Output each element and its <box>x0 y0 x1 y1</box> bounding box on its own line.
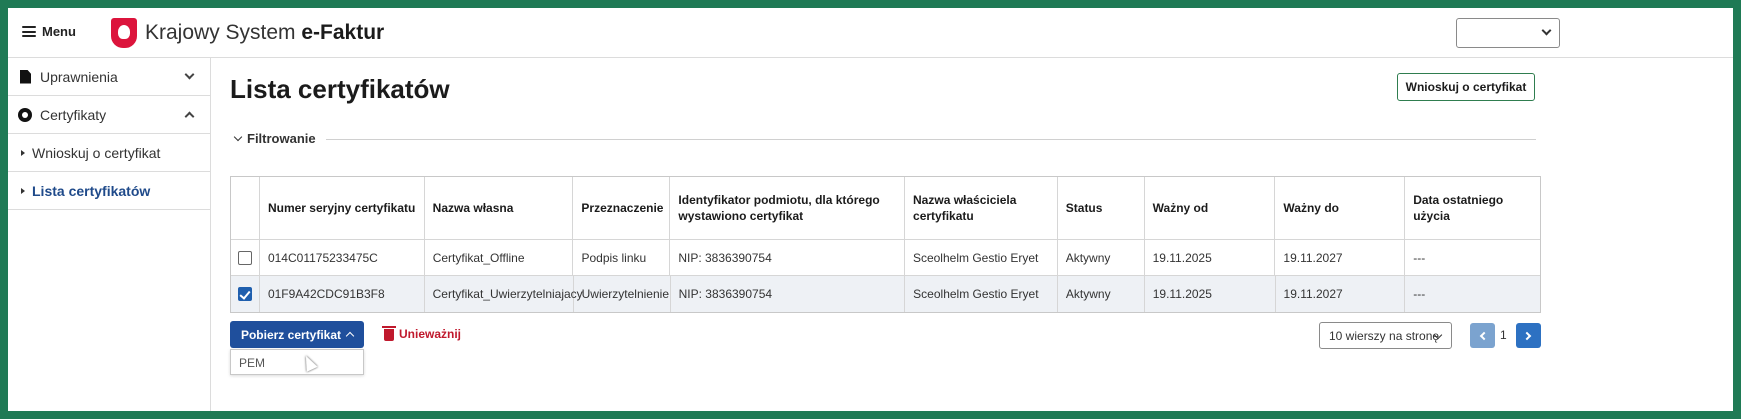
app-window: Menu Krajowy System e-Faktur Uprawnienia… <box>8 8 1733 411</box>
sidebar-group-uprawnienia[interactable]: Uprawnienia <box>8 58 211 96</box>
page-title: Lista certyfikatów <box>230 74 450 104</box>
rows-per-page-select[interactable]: 10 wierszy na stronę <box>1319 322 1452 349</box>
menu-label: Menu <box>42 24 76 39</box>
sidebar-group-certyfikaty[interactable]: Certyfikaty <box>8 96 211 134</box>
main-content: Lista certyfikatów Wnioskuj o certyfikat… <box>211 58 1733 411</box>
column-header[interactable]: Nazwa własna <box>425 177 574 239</box>
revoke-label: Unieważnij <box>399 327 462 341</box>
table-cell: 19.11.2025 <box>1145 240 1276 275</box>
sidebar-item-label: Lista certyfikatów <box>32 182 151 199</box>
chevron-down-icon <box>233 132 243 142</box>
row-checkbox[interactable] <box>237 250 252 265</box>
table-cell: Sceolhelm Gestio Eryet <box>905 240 1058 275</box>
next-page-button[interactable] <box>1516 323 1541 348</box>
filter-divider <box>326 139 1536 140</box>
chevron-up-icon <box>345 331 355 341</box>
table-cell: Aktywny <box>1058 276 1145 312</box>
language-select[interactable] <box>1456 18 1560 48</box>
download-format-menu: PEM <box>230 349 364 375</box>
chevron-down-icon <box>184 69 195 80</box>
menu-item-pem[interactable]: PEM <box>239 356 265 370</box>
hamburger-icon <box>22 26 36 37</box>
menu-button[interactable]: Menu <box>22 24 76 39</box>
sidebar: Uprawnienia Certyfikaty Wnioskuj o certy… <box>8 58 211 411</box>
certificate-icon <box>18 107 32 122</box>
table-cell: 01F9A42CDC91B3F8 <box>260 276 425 312</box>
sidebar-item-wnioskuj[interactable]: Wnioskuj o certyfikat <box>8 134 211 172</box>
column-header[interactable]: Przeznaczenie <box>573 177 671 239</box>
column-header[interactable]: Identyfikator podmiotu, dla którego wyst… <box>670 177 906 239</box>
request-certificate-button[interactable]: Wnioskuj o certyfikat <box>1397 73 1535 101</box>
chevron-down-icon <box>1541 25 1552 36</box>
row-checkbox[interactable] <box>237 287 252 301</box>
row-select-cell <box>231 240 260 275</box>
table-cell: Podpis linku <box>573 240 671 275</box>
table-cell: 19.11.2025 <box>1145 276 1276 312</box>
select-column-header <box>231 177 260 239</box>
table-cell: Sceolhelm Gestio Eryet <box>905 276 1058 312</box>
table-cell: NIP: 3836390754 <box>670 240 905 275</box>
bullet-icon <box>21 149 25 156</box>
chevron-right-icon <box>1522 331 1532 340</box>
rows-per-page-value: 10 wierszy na stronę <box>1329 328 1440 343</box>
table-cell: 19.11.2027 <box>1276 276 1406 312</box>
eagle-emblem-icon <box>111 18 137 48</box>
column-header[interactable]: Numer seryjny certyfikatu <box>260 177 425 239</box>
table-cell: Aktywny <box>1058 240 1145 275</box>
chevron-left-icon <box>1479 331 1489 340</box>
table-cell: Certyfikat_Offline <box>425 240 574 275</box>
certificates-table: Numer seryjny certyfikatu Nazwa własna P… <box>230 176 1541 313</box>
revoke-button[interactable]: Unieważnij <box>382 326 462 341</box>
download-certificate-label: Pobierz certyfikat <box>240 327 342 342</box>
sidebar-item-label: Wnioskuj o certyfikat <box>32 144 161 161</box>
column-header[interactable]: Nazwa właściciela certyfikatu <box>905 177 1058 239</box>
column-header[interactable]: Ważny do <box>1275 177 1406 239</box>
table-cell: --- <box>1413 287 1426 301</box>
current-page-number: 1 <box>1500 328 1507 342</box>
previous-page-button[interactable] <box>1470 323 1495 348</box>
brand[interactable]: Krajowy System e-Faktur <box>111 18 384 48</box>
column-header[interactable]: Status <box>1058 177 1145 239</box>
table-cell: Certyfikat_Uwierzytelniajacy <box>425 276 583 312</box>
table-cell: 19.11.2027 <box>1275 240 1406 275</box>
filter-toggle[interactable]: Filtrowanie <box>233 131 316 146</box>
filter-label: Filtrowanie <box>247 131 316 146</box>
table-cell: NIP: 3836390754 <box>671 276 906 312</box>
bullet-icon <box>21 187 25 194</box>
column-header[interactable]: Ważny od <box>1145 177 1276 239</box>
download-certificate-button[interactable]: Pobierz certyfikat <box>230 321 364 348</box>
brand-title: Krajowy System e-Faktur <box>145 21 385 44</box>
trash-icon <box>382 326 396 341</box>
table-cell: 014C01175233475C <box>260 240 425 275</box>
sidebar-group-label: Certyfikaty <box>40 106 107 123</box>
sidebar-group-label: Uprawnienia <box>40 68 118 85</box>
chevron-up-icon <box>184 111 195 122</box>
table-row[interactable]: 01F9A42CDC91B3F8 Certyfikat_Uwierzytelni… <box>231 276 1540 312</box>
document-icon <box>20 69 31 84</box>
table-cell: Uwierzytelnienie <box>574 276 671 312</box>
sidebar-item-lista-certyfikatow[interactable]: Lista certyfikatów <box>8 172 211 210</box>
row-select-cell <box>231 276 260 312</box>
top-bar: Menu Krajowy System e-Faktur <box>8 8 1733 58</box>
column-header[interactable]: Data ostatniego użycia <box>1405 177 1540 239</box>
table-header-row: Numer seryjny certyfikatu Nazwa własna P… <box>231 177 1540 240</box>
table-cell: --- <box>1413 250 1426 265</box>
table-row[interactable]: 014C01175233475C Certyfikat_Offline Podp… <box>231 240 1540 276</box>
